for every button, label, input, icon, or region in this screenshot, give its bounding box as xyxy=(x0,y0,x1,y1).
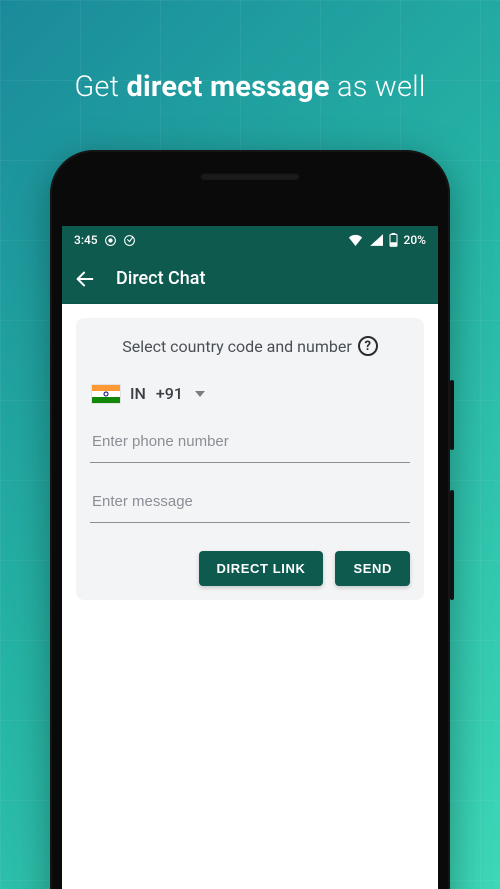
promo-post: as well xyxy=(330,70,426,104)
status-bar: 3:45 20% xyxy=(62,226,438,254)
direct-link-button[interactable]: DIRECT LINK xyxy=(199,551,324,586)
back-button[interactable] xyxy=(74,268,96,290)
country-dial: +91 xyxy=(156,384,183,403)
signal-icon xyxy=(369,234,383,246)
promo-pre: Get xyxy=(74,70,126,104)
wifi-icon xyxy=(348,234,363,246)
promo-headline: Get direct message as well xyxy=(0,70,500,104)
phone-side-button-lower xyxy=(450,490,454,600)
country-selector[interactable]: IN +91 xyxy=(90,376,410,421)
phone-speaker xyxy=(200,172,300,180)
promo-bold: direct message xyxy=(126,70,329,104)
status-notif-icon-2 xyxy=(123,234,136,247)
phone-frame: 3:45 20% xyxy=(50,150,450,889)
card-title-text: Select country code and number xyxy=(122,337,352,356)
message-input[interactable] xyxy=(90,481,410,523)
status-notif-icon-1 xyxy=(104,234,117,247)
card-title-row: Select country code and number ? xyxy=(90,336,410,356)
send-button[interactable]: SEND xyxy=(335,551,410,586)
country-flag-icon xyxy=(92,385,120,403)
battery-icon xyxy=(389,233,398,247)
country-code: IN xyxy=(130,384,146,403)
status-time: 3:45 xyxy=(74,233,98,247)
help-icon[interactable]: ? xyxy=(358,336,378,356)
content-area: Select country code and number ? IN +91 … xyxy=(62,304,438,889)
direct-chat-card: Select country code and number ? IN +91 … xyxy=(76,318,424,600)
phone-screen: 3:45 20% xyxy=(62,226,438,889)
battery-percent: 20% xyxy=(404,233,426,247)
button-row: DIRECT LINK SEND xyxy=(90,551,410,586)
phone-input[interactable] xyxy=(90,421,410,463)
page-title: Direct Chat xyxy=(116,268,206,289)
app-bar: Direct Chat xyxy=(62,254,438,304)
chevron-down-icon xyxy=(195,391,205,397)
phone-side-button-upper xyxy=(450,380,454,450)
